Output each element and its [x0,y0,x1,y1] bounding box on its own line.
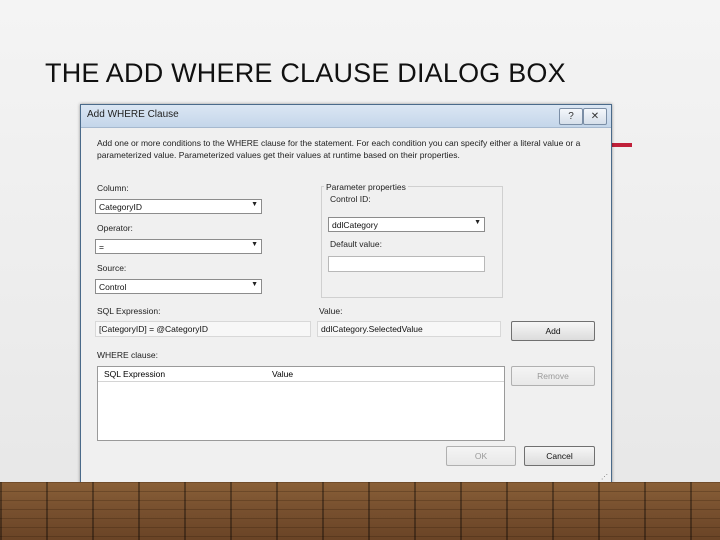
where-clause-label: WHERE clause: [97,350,158,360]
where-clause-header: SQL Expression Value [98,367,504,382]
column-header-value[interactable]: Value [272,369,293,379]
column-label: Column: [97,183,129,193]
chevron-down-icon: ▼ [474,219,481,226]
help-button[interactable]: ? [559,108,583,125]
remove-button[interactable]: Remove [511,366,595,386]
wood-floor-background [0,482,720,540]
control-id-label: Control ID: [330,194,371,204]
dialog-title: Add WHERE Clause [87,109,179,120]
control-id-dropdown[interactable]: ddlCategory ▼ [328,217,485,232]
dialog-description: Add one or more conditions to the WHERE … [97,138,581,160]
resize-grip-icon[interactable]: ⋰ [601,473,608,481]
add-where-clause-dialog: Add WHERE Clause ? ✕ Add one or more con… [80,104,612,484]
sql-expression-label: SQL Expression: [97,306,161,316]
sql-expression-value: [CategoryID] = @CategoryID [99,324,209,334]
value-text: ddlCategory.SelectedValue [321,324,423,334]
add-button[interactable]: Add [511,321,595,341]
operator-value: = [99,242,104,252]
ok-button[interactable]: OK [446,446,516,466]
chevron-down-icon: ▼ [251,281,258,288]
chevron-down-icon: ▼ [251,241,258,248]
operator-dropdown[interactable]: = ▼ [95,239,262,254]
column-value: CategoryID [99,202,142,212]
default-value-label: Default value: [330,239,382,249]
slide-title: THE ADD WHERE CLAUSE DIALOG BOX [45,58,566,88]
value-label: Value: [319,306,343,316]
source-dropdown[interactable]: Control ▼ [95,279,262,294]
close-button[interactable]: ✕ [583,108,607,125]
accent-bar [610,143,632,147]
sql-expression-field[interactable]: [CategoryID] = @CategoryID [95,321,311,337]
column-dropdown[interactable]: CategoryID ▼ [95,199,262,214]
source-label: Source: [97,263,127,273]
control-id-value: ddlCategory [332,220,378,230]
where-clause-list[interactable]: SQL Expression Value [97,366,505,441]
operator-label: Operator: [97,223,133,233]
value-field[interactable]: ddlCategory.SelectedValue [317,321,501,337]
column-header-sql-expression[interactable]: SQL Expression [104,369,165,379]
source-value: Control [99,282,127,292]
chevron-down-icon: ▼ [251,201,258,208]
default-value-input[interactable] [328,256,485,272]
cancel-button[interactable]: Cancel [524,446,595,466]
parameter-properties-label: Parameter properties [324,182,408,192]
dialog-titlebar: Add WHERE Clause ? ✕ [81,105,611,128]
